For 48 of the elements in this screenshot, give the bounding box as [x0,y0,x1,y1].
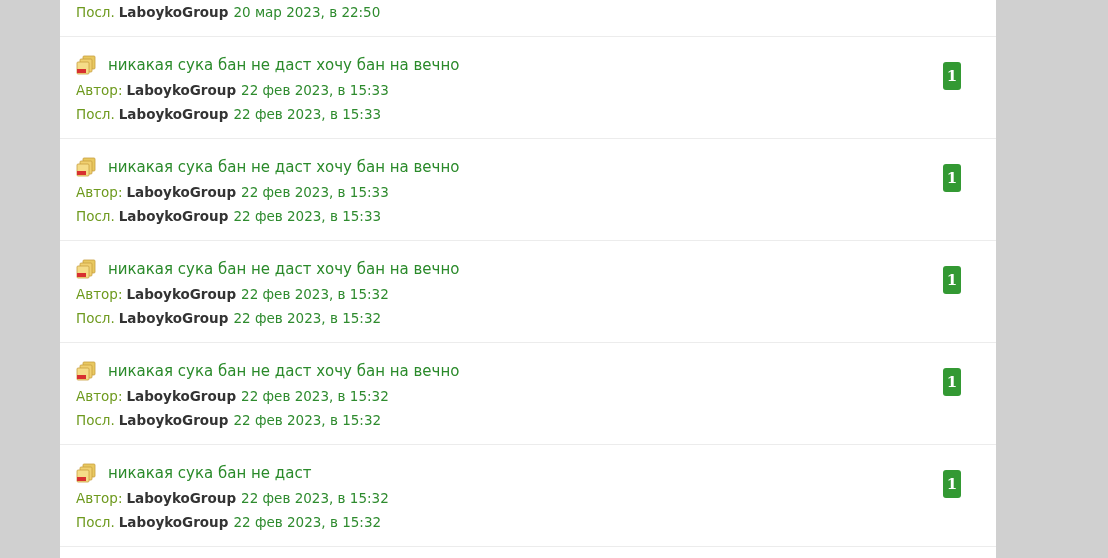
meta-label: Автор: [76,286,123,302]
author-link[interactable]: LaboykoGroup [118,514,229,530]
topic-title-link[interactable]: никакая сука бан не даст хочу бан на вечно [108,362,460,380]
reply-count-badge: 1 [943,62,961,90]
author-link[interactable]: LaboykoGroup [126,490,237,506]
meta-label: Автор: [76,184,123,200]
meta-label: Посл. [76,412,115,428]
post-date: 22 фев 2023, в 15:32 [233,310,382,326]
post-date: 22 фев 2023, в 15:33 [233,106,382,122]
author-link[interactable]: LaboykoGroup [118,106,229,122]
author-link[interactable]: LaboykoGroup [118,208,229,224]
reply-count-badge: 1 [943,470,961,498]
post-date: 22 фев 2023, в 15:32 [241,490,389,506]
folder-icon [76,463,96,483]
author-link[interactable]: LaboykoGroup [126,184,237,200]
meta-label: Автор: [76,490,123,506]
folder-icon [76,361,96,381]
topic-title-link[interactable]: никакая сука бан не даст хочу бан на вечно [108,260,460,278]
post-date: 22 фев 2023, в 15:32 [233,514,382,530]
meta-label: Посл. [76,106,115,122]
reply-count-badge: 1 [943,266,961,294]
author-link[interactable]: LaboykoGroup [118,4,229,20]
post-date: 22 фев 2023, в 15:33 [241,82,389,98]
meta-label: Автор: [76,82,123,98]
post-date: 20 мар 2023, в 22:50 [233,4,381,20]
folder-icon [76,157,96,177]
meta-label: Посл. [76,514,115,530]
folder-icon [76,259,96,279]
topic-title-link[interactable]: никакая сука бан не даст [108,464,312,482]
post-date: 22 фев 2023, в 15:32 [241,388,389,404]
author-link[interactable]: LaboykoGroup [126,388,237,404]
meta-label: Посл. [76,310,115,326]
folder-icon [76,55,96,75]
author-link[interactable]: LaboykoGroup [126,82,237,98]
topic-title-link[interactable]: никакая сука бан не даст хочу бан на вечно [108,56,460,74]
author-link[interactable]: LaboykoGroup [118,310,229,326]
reply-count-badge: 1 [943,368,961,396]
reply-count-badge: 1 [943,164,961,192]
author-link[interactable]: LaboykoGroup [118,412,229,428]
post-date: 22 фев 2023, в 15:32 [233,412,382,428]
post-date: 22 фев 2023, в 15:32 [241,286,389,302]
meta-label: Посл. [76,208,115,224]
post-date: 22 фев 2023, в 15:33 [233,208,382,224]
author-link[interactable]: LaboykoGroup [126,286,237,302]
meta-label: Автор: [76,388,123,404]
post-date: 22 фев 2023, в 15:33 [241,184,389,200]
meta-label: Посл. [76,4,115,20]
topic-title-link[interactable]: никакая сука бан не даст хочу бан на вечно [108,158,460,176]
